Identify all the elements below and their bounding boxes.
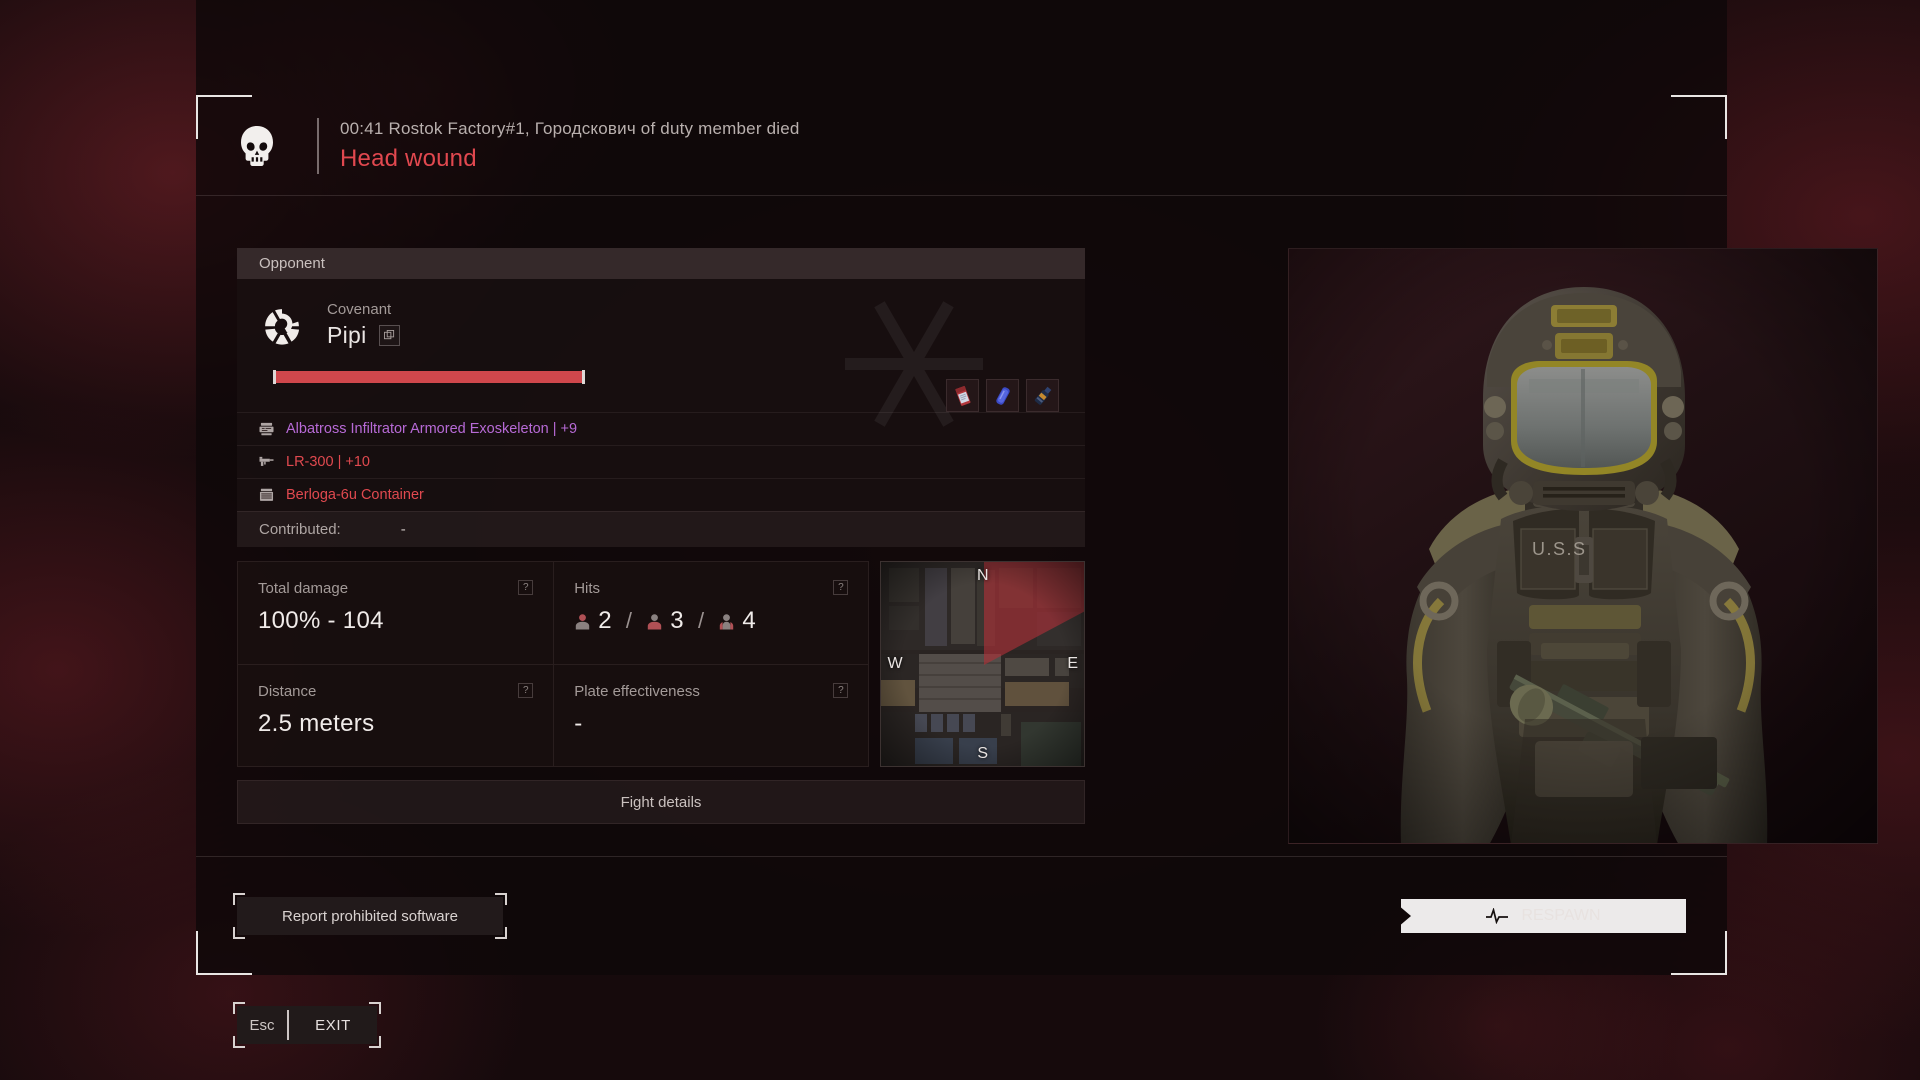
fight-details-button[interactable]: Fight details [237, 780, 1085, 824]
bracket-corner [495, 893, 507, 905]
opponent-section-label: Opponent [259, 255, 325, 272]
bracket-corner [369, 1036, 381, 1048]
weapon-icon [259, 456, 274, 466]
gear-label: Albatross Infiltrator Armored Exoskeleto… [286, 421, 578, 437]
tactical-minimap[interactable]: N S W E [880, 561, 1085, 767]
contributed-label: Contributed: [259, 521, 341, 538]
stat-hits: Hits 2 / 3 / 4 ? [553, 562, 868, 664]
opponent-card: Opponent Covenant Pipi Albatross Infiltr… [237, 248, 1085, 824]
gear-label: Berloga-6u Container [286, 487, 424, 503]
stat-total-damage: Total damage 100% - 104 ? [238, 562, 553, 664]
bracket-corner [233, 927, 245, 939]
opponent-name: Pipi [327, 322, 367, 348]
gear-row[interactable]: Berloga-6u Container [237, 478, 1085, 511]
bracket-corner [233, 1036, 245, 1048]
bracket-corner [495, 927, 507, 939]
opponent-body: Covenant Pipi Albatross Infiltrator Armo… [237, 279, 1085, 547]
fight-details-label: Fight details [620, 793, 702, 811]
compass-west: W [887, 655, 903, 672]
bracket-corner [233, 1002, 245, 1014]
bracket-corner [369, 1002, 381, 1014]
covenant-faction-icon [265, 309, 300, 345]
header-divider [317, 118, 319, 174]
blue-can-item-icon [995, 386, 1010, 405]
stat-value: 2 / 3 / 4 [574, 607, 848, 635]
death-screen-frame: 00:41 Rostok Factory#1, Городскович of d… [196, 0, 1878, 975]
stat-label: Hits [574, 580, 601, 597]
faction-label: Covenant [327, 301, 392, 318]
pulse-icon [1486, 908, 1509, 924]
stat-label: Distance [258, 683, 317, 700]
skull-icon [241, 126, 273, 166]
hits-separator: / [697, 608, 705, 633]
content-area: Opponent Covenant Pipi Albatross Infiltr… [196, 196, 1878, 856]
hit-limb-icon [720, 613, 734, 629]
character-portrait: U.S.S [1289, 249, 1877, 843]
stat-value: 2.5 meters [258, 710, 375, 737]
opponent-section-header: Opponent [237, 248, 1085, 279]
contributed-row: Contributed: - [237, 511, 1085, 547]
report-prohibited-software-button[interactable]: Report prohibited software [233, 893, 507, 939]
item-slot[interactable] [946, 379, 979, 412]
opponent-health-bar [273, 370, 1063, 384]
exit-control[interactable]: Esc EXIT [233, 1002, 381, 1048]
copy-icon [383, 330, 394, 340]
item-slot[interactable] [1026, 379, 1059, 412]
stat-value: 100% - 104 [258, 607, 384, 634]
stat-label: Plate effectiveness [574, 683, 700, 700]
gear-label: LR-300 | +10 [286, 454, 370, 470]
wound-type-label: Head wound [340, 145, 477, 172]
red-canister-item-icon [954, 385, 970, 406]
hit-count: 4 [742, 607, 757, 634]
help-icon[interactable]: ? [833, 683, 849, 698]
hits-separator: / [625, 608, 633, 633]
item-slot[interactable] [986, 379, 1019, 412]
stat-label: Total damage [258, 580, 349, 597]
compass-south: S [977, 745, 989, 762]
character-portrait-panel: U.S.S [1288, 248, 1878, 844]
hit-head-icon [576, 613, 590, 629]
death-header: 00:41 Rostok Factory#1, Городскович of d… [196, 97, 1727, 196]
stats-grid: Total damage 100% - 104 ? Hits 2 / 3 / 4… [237, 561, 870, 767]
copy-name-button[interactable] [378, 325, 400, 346]
stat-distance: Distance 2.5 meters ? [238, 664, 554, 766]
stat-plate-effectiveness: Plate effectiveness - ? [553, 664, 869, 766]
gear-row[interactable]: LR-300 | +10 [237, 445, 1085, 478]
kill-info-line: 00:41 Rostok Factory#1, Городскович of d… [340, 119, 800, 138]
help-icon[interactable]: ? [518, 683, 534, 698]
help-icon[interactable]: ? [833, 580, 849, 595]
stat-value: - [574, 710, 583, 737]
container-icon [259, 488, 274, 501]
player-identity-row: Covenant Pipi [237, 279, 1085, 352]
hit-body-icon [648, 613, 662, 629]
minimap-graphic [881, 562, 1085, 766]
dark-bottle-item-icon [1034, 386, 1051, 405]
compass-east: E [1067, 655, 1078, 672]
opponent-items-row [946, 379, 1059, 412]
hit-count: 2 [598, 607, 612, 634]
bracket-corner [233, 893, 245, 905]
hit-count: 3 [670, 607, 684, 634]
contributed-value: - [400, 521, 406, 538]
report-button-label: Report prohibited software [282, 907, 458, 925]
footer-bar: Report prohibited software RESPAWN [196, 856, 1727, 975]
compass-north: N [976, 567, 989, 584]
help-icon[interactable]: ? [518, 580, 534, 595]
respawn-label: RESPAWN [1521, 907, 1601, 924]
respawn-button-content: RESPAWN [1401, 899, 1686, 933]
armor-icon [259, 422, 274, 436]
exit-label: EXIT [315, 1016, 351, 1034]
stats-section: Total damage 100% - 104 ? Hits 2 / 3 / 4… [237, 561, 1085, 767]
